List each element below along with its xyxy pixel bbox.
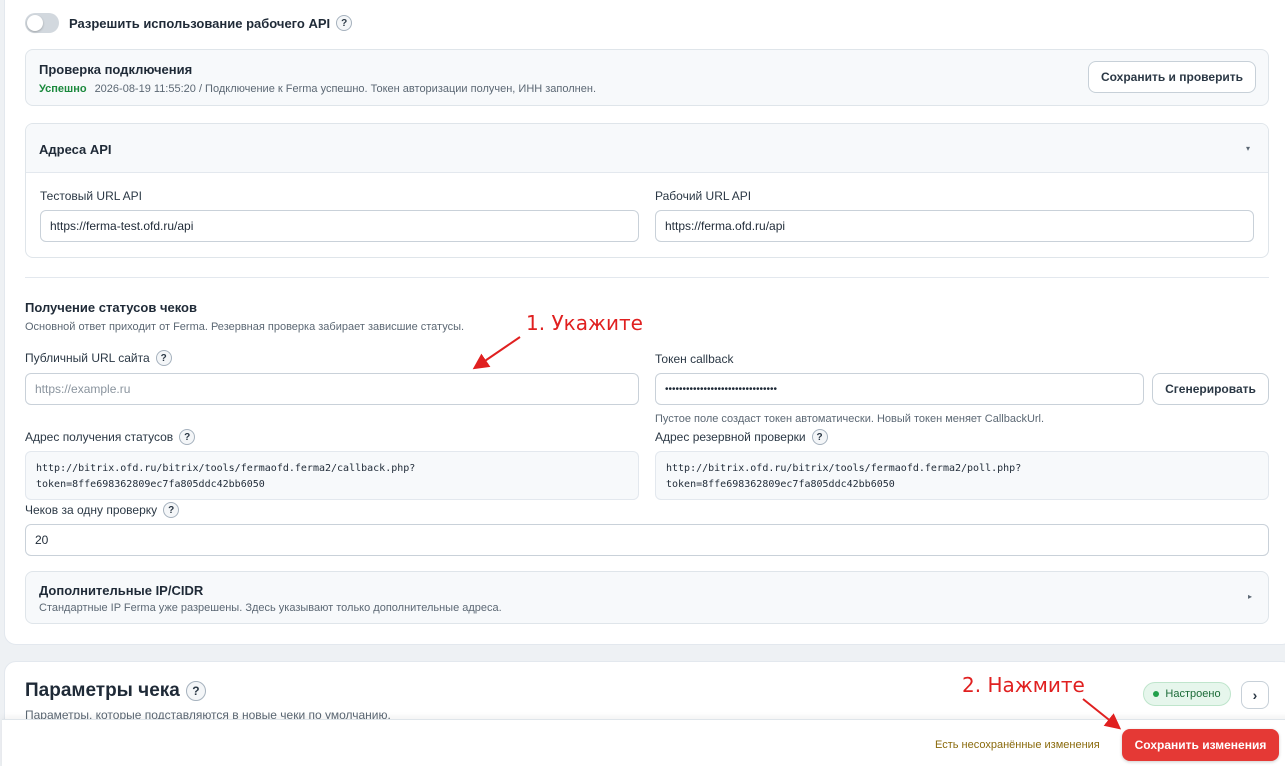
help-icon[interactable]: ? xyxy=(179,429,196,445)
test-url-label: Тестовый URL API xyxy=(40,189,142,203)
public-url-label-text: Публичный URL сайта xyxy=(25,351,150,365)
poll-address-label-text: Адрес резервной проверки xyxy=(655,430,806,444)
poll-address-line1: http://bitrix.ofd.ru/bitrix/tools/fermao… xyxy=(666,463,1022,474)
connection-status-line: Успешно 2026-08-19 11:55:20 / Подключение… xyxy=(39,83,596,95)
connection-status-badge: Успешно xyxy=(39,83,87,95)
token-hint: Пустое поле создаст токен автоматически.… xyxy=(655,413,1045,425)
help-icon[interactable]: ? xyxy=(811,429,828,445)
help-icon[interactable]: ? xyxy=(185,681,206,701)
unsaved-changes-notice: Есть несохранённые изменения xyxy=(935,739,1100,751)
poll-address-box[interactable]: http://bitrix.ofd.ru/bitrix/tools/fermao… xyxy=(655,451,1269,500)
batch-size-label: Чеков за одну проверку ? xyxy=(25,502,180,518)
section-divider xyxy=(25,277,1269,278)
batch-size-label-text: Чеков за одну проверку xyxy=(25,503,158,517)
generate-token-button[interactable]: Сгенерировать xyxy=(1152,373,1269,405)
help-icon[interactable]: ? xyxy=(163,502,180,518)
production-api-toggle-label: Разрешить использование рабочего API xyxy=(69,15,331,31)
statuses-section-subtitle: Основной ответ приходит от Ferma. Резерв… xyxy=(25,321,465,333)
api-toggle-row: Разрешить использование рабочего API ? xyxy=(25,12,353,34)
callback-address-line2: token=8ffe698362809ec7fa805ddc42bb6050 xyxy=(36,479,265,490)
statuses-section-title: Получение статусов чеков xyxy=(25,300,197,315)
configured-status-text: Настроено xyxy=(1165,688,1221,700)
token-callback-input[interactable]: •••••••••••••••••••••••••••••••• xyxy=(655,373,1144,405)
poll-address-line2: token=8ffe698362809ec7fa805ddc42bb6050 xyxy=(666,479,895,490)
callback-address-label-text: Адрес получения статусов xyxy=(25,430,174,444)
extra-ip-title: Дополнительные IP/CIDR xyxy=(39,583,204,598)
collapse-caret-icon: ▾ xyxy=(1245,144,1250,153)
expand-caret-icon: ▸ xyxy=(1247,592,1252,601)
connection-check-panel: Проверка подключения Успешно 2026-08-19 1… xyxy=(25,49,1269,106)
public-url-input[interactable]: https://example.ru xyxy=(25,373,639,405)
help-icon[interactable]: ? xyxy=(336,15,353,31)
production-api-toggle[interactable] xyxy=(25,13,59,33)
extra-ip-subtitle: Стандартные IP Ferma уже разрешены. Здес… xyxy=(39,602,502,614)
api-addresses-title: Адреса API xyxy=(39,142,112,157)
token-callback-label: Токен callback xyxy=(655,352,734,366)
annotation-step2: 2. Нажмите xyxy=(962,673,1085,697)
save-changes-button[interactable]: Сохранить изменения xyxy=(1122,729,1279,761)
receipt-params-title: Параметры чека ? xyxy=(25,680,206,702)
status-dot-icon xyxy=(1153,691,1160,697)
public-url-label: Публичный URL сайта ? xyxy=(25,350,172,366)
connection-status-details: 2026-08-19 11:55:20 / Подключение к Ferm… xyxy=(94,83,597,95)
connection-check-title: Проверка подключения xyxy=(39,62,193,77)
extra-ip-panel[interactable]: Дополнительные IP/CIDR Стандартные IP Fe… xyxy=(25,571,1269,624)
batch-size-input[interactable]: 20 xyxy=(25,524,1269,556)
callback-address-line1: http://bitrix.ofd.ru/bitrix/tools/fermao… xyxy=(36,463,416,474)
callback-address-label: Адрес получения статусов ? xyxy=(25,429,196,445)
api-addresses-header[interactable]: Адреса API ▾ xyxy=(26,124,1268,173)
chevron-right-icon[interactable]: › xyxy=(1241,681,1269,709)
prod-url-label: Рабочий URL API xyxy=(655,189,752,203)
poll-address-label: Адрес резервной проверки ? xyxy=(655,429,828,445)
callback-address-box[interactable]: http://bitrix.ofd.ru/bitrix/tools/fermao… xyxy=(25,451,639,500)
save-and-check-button[interactable]: Сохранить и проверить xyxy=(1088,61,1256,93)
help-icon[interactable]: ? xyxy=(155,350,172,366)
receipt-params-title-text: Параметры чека xyxy=(25,680,180,701)
prod-url-input[interactable]: https://ferma.ofd.ru/api xyxy=(655,210,1254,242)
annotation-step1: 1. Укажите xyxy=(526,311,643,335)
test-url-input[interactable]: https://ferma-test.ofd.ru/api xyxy=(40,210,639,242)
configured-status-badge: Настроено xyxy=(1143,682,1231,706)
